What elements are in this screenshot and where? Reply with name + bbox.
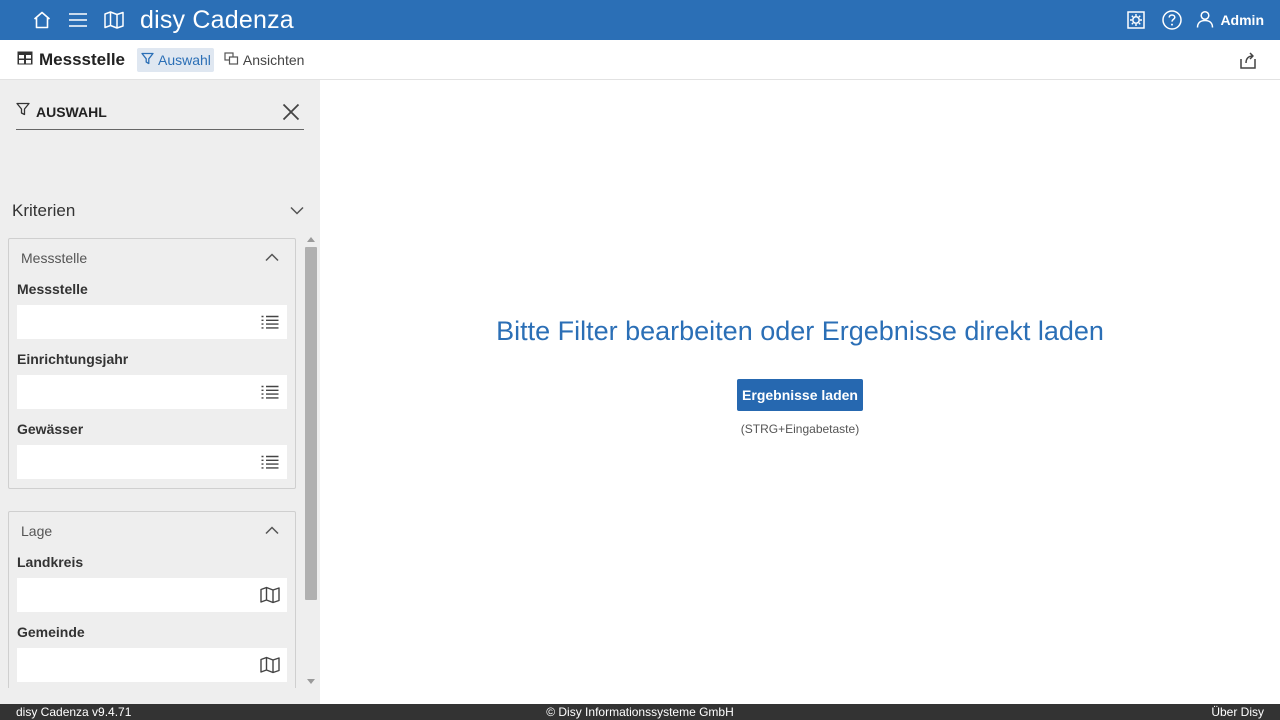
menu-icon[interactable]: [60, 0, 96, 40]
chevron-down-icon: [290, 202, 304, 220]
about-link[interactable]: Über Disy: [1211, 705, 1264, 719]
load-results-button[interactable]: Ergebnisse laden: [737, 379, 863, 411]
einrichtungsjahr-input[interactable]: [17, 375, 287, 409]
table-icon: [17, 50, 33, 70]
page-title: Messstelle: [17, 50, 125, 70]
sidebar-scrollbar[interactable]: [304, 233, 318, 688]
home-icon[interactable]: [24, 0, 60, 40]
views-icon: [224, 51, 239, 68]
field-gewaesser: Gewässer: [9, 418, 295, 479]
gewaesser-input[interactable]: [17, 445, 287, 479]
selection-panel-title: AUSWAHL: [36, 103, 107, 120]
group-header-messstelle[interactable]: Messstelle: [9, 239, 295, 277]
scroll-down-arrow[interactable]: [307, 679, 315, 684]
criteria-group-lage: Lage Landkreis Gemeinde: [8, 511, 296, 688]
group-header-lage[interactable]: Lage: [9, 512, 295, 550]
field-label: Gewässer: [17, 421, 84, 437]
filter-icon: [141, 52, 154, 68]
user-icon: [1196, 10, 1214, 31]
close-icon[interactable]: [278, 99, 304, 125]
map-icon[interactable]: [259, 584, 281, 606]
empty-state-headline: Bitte Filter bearbeiten oder Ergebnisse …: [496, 316, 1104, 346]
field-label: Landkreis: [17, 554, 84, 570]
top-bar: disy Cadenza Admin: [0, 0, 1280, 40]
group-name: Lage: [21, 523, 53, 539]
selection-sidebar: AUSWAHL Kriterien Messstelle Messstelle: [0, 80, 320, 704]
keyboard-shortcut-hint: (STRG+Eingabetaste): [740, 422, 860, 436]
field-label: Gemeinde: [17, 624, 85, 640]
user-menu[interactable]: Admin: [1190, 10, 1264, 31]
help-icon[interactable]: [1154, 0, 1190, 40]
scroll-up-arrow[interactable]: [307, 237, 315, 242]
chevron-up-icon: [265, 249, 279, 267]
tab-ansichten-label: Ansichten: [242, 51, 305, 68]
criteria-list: Messstelle Messstelle Einrichtungsjahr G…: [8, 238, 296, 688]
tab-auswahl[interactable]: Auswahl: [137, 47, 214, 72]
share-icon[interactable]: [1236, 48, 1260, 72]
messstelle-input[interactable]: [17, 305, 287, 339]
gemeinde-input[interactable]: [17, 648, 287, 682]
map-icon[interactable]: [259, 654, 281, 676]
page-title-text: Messstelle: [39, 49, 125, 69]
chevron-up-icon: [265, 522, 279, 540]
criteria-label: Kriterien: [12, 201, 76, 220]
user-name: Admin: [1220, 12, 1264, 28]
map-icon[interactable]: [96, 0, 132, 40]
tab-ansichten[interactable]: Ansichten: [220, 48, 307, 72]
footer: disy Cadenza v9.4.71 © Disy Informations…: [0, 704, 1280, 720]
main-content: Bitte Filter bearbeiten oder Ergebnisse …: [320, 80, 1280, 704]
criteria-section-toggle[interactable]: Kriterien: [12, 198, 306, 224]
settings-icon[interactable]: [1118, 0, 1154, 40]
list-icon[interactable]: [259, 311, 281, 333]
copyright-label: © Disy Informationssysteme GmbH: [546, 705, 734, 719]
tab-auswahl-label: Auswahl: [158, 51, 211, 68]
app-brand: disy Cadenza: [140, 5, 294, 34]
group-name: Messstelle: [21, 250, 88, 266]
field-messstelle: Messstelle: [9, 278, 295, 339]
selection-panel-header: AUSWAHL: [16, 94, 304, 130]
field-label: Messstelle: [17, 281, 88, 297]
criteria-group-messstelle: Messstelle Messstelle Einrichtungsjahr G…: [8, 238, 296, 489]
field-label: Einrichtungsjahr: [17, 351, 129, 367]
list-icon[interactable]: [259, 451, 281, 473]
filter-icon: [16, 102, 30, 121]
field-landkreis: Landkreis: [9, 551, 295, 612]
list-icon[interactable]: [259, 381, 281, 403]
field-gemeinde: Gemeinde: [9, 621, 295, 682]
landkreis-input[interactable]: [17, 578, 287, 612]
scrollbar-thumb[interactable]: [305, 247, 317, 600]
workbook-toolbar: Messstelle Auswahl Ansichten: [0, 40, 1280, 80]
field-einrichtungsjahr: Einrichtungsjahr: [9, 348, 295, 409]
